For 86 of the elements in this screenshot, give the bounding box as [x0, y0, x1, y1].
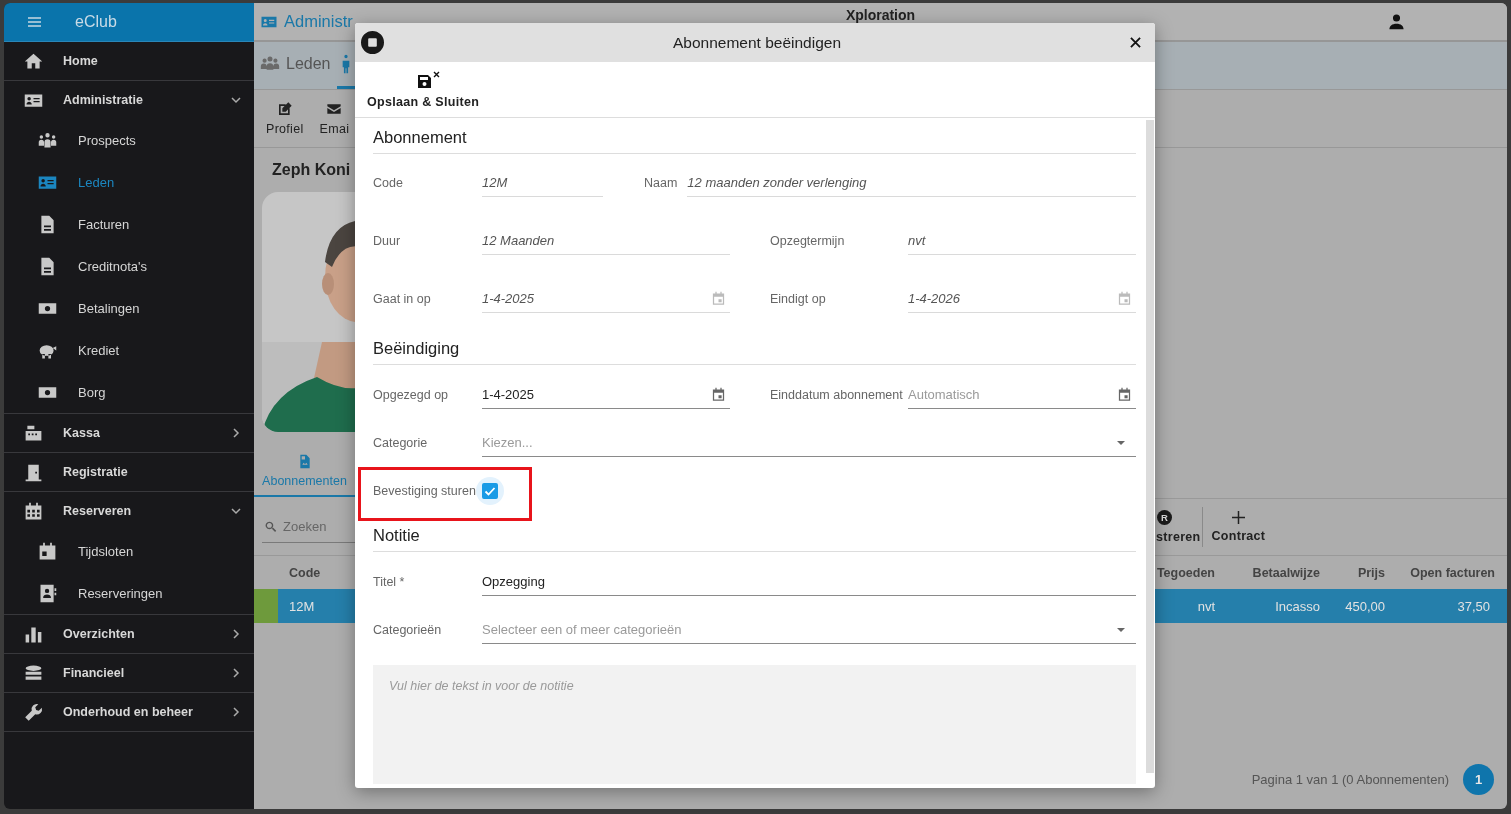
- field-label: Opgezegd op: [373, 388, 450, 402]
- date-field[interactable]: 1-4-2025: [482, 381, 730, 409]
- nav-subitem[interactable]: Reserveringen: [4, 572, 254, 614]
- nav-subitem[interactable]: Facturen: [4, 203, 254, 245]
- calendar-icon: [1117, 387, 1132, 402]
- nav-item[interactable]: Kassa: [4, 414, 254, 452]
- letter-icon: R: [1157, 510, 1172, 525]
- plus-icon: [1231, 511, 1245, 524]
- nav-subitem[interactable]: Tijdsloten: [4, 530, 254, 572]
- field-label: Naam: [644, 176, 678, 190]
- save-close-button[interactable]: Opslaan & Sluiten: [367, 70, 480, 109]
- column-header: Prijs: [1356, 565, 1385, 580]
- input-field[interactable]: Opzegging: [482, 568, 1136, 596]
- date-field[interactable]: 1-4-2026: [908, 285, 1136, 313]
- checkbox[interactable]: [476, 477, 504, 505]
- field-label: Duur: [373, 234, 402, 248]
- date-field[interactable]: 1-4-2025: [482, 285, 730, 313]
- nav-subitem[interactable]: Prospects: [4, 119, 254, 161]
- nav-subitem[interactable]: Creditnota's: [4, 245, 254, 287]
- stop-icon[interactable]: [361, 31, 384, 54]
- section-heading: Notitie: [373, 520, 1136, 552]
- calendar-icon: [711, 387, 726, 402]
- page-button[interactable]: 1: [1463, 764, 1494, 795]
- input-field[interactable]: 12 Maanden: [482, 227, 730, 255]
- column-header: Open facturen: [1409, 565, 1495, 580]
- caret-icon: [1117, 440, 1125, 445]
- calendar-icon: [1117, 291, 1132, 306]
- pagination-summary: Pagina 1 van 1 (0 Abonnementen): [1251, 772, 1449, 787]
- table-cell: 12M: [289, 598, 315, 614]
- table-cell-text: 450,00: [1344, 598, 1385, 614]
- edit-icon: [276, 101, 293, 117]
- column-header: Betaalwijze: [1251, 565, 1320, 580]
- column-header: Code: [289, 565, 321, 580]
- calendar-icon: [711, 291, 726, 306]
- menu-icon[interactable]: [28, 17, 41, 27]
- toolbar-button[interactable]: R streren: [1155, 510, 1201, 544]
- app-title: eClub: [75, 13, 117, 31]
- caret-icon: [1117, 627, 1125, 632]
- person-icon: [340, 54, 351, 74]
- nav-item[interactable]: Overzichten: [4, 615, 254, 653]
- field-label: Einddatum abonnement: [770, 388, 904, 402]
- field-label: Eindigt op: [770, 292, 827, 306]
- table-row[interactable]: 12M: [254, 589, 355, 623]
- field-label: Bevestiging sturen: [373, 484, 477, 498]
- nav-item[interactable]: Registratie: [4, 453, 254, 491]
- nav-item[interactable]: Onderhoud en beheer: [4, 693, 254, 731]
- field-label: Code: [373, 176, 404, 190]
- nav-item[interactable]: Financieel: [4, 654, 254, 692]
- close-icon[interactable]: [1130, 37, 1141, 48]
- section-heading: Beëindiging: [373, 333, 1136, 365]
- table-row[interactable]: nvt Incasso 450,00 37,50: [1155, 589, 1507, 623]
- search-icon: [264, 519, 277, 533]
- club-name: Xploration: [845, 6, 916, 25]
- note-field[interactable]: Vul hier de tekst in voor de notitie: [373, 665, 1136, 784]
- nav-item[interactable]: Reserveren: [4, 492, 254, 530]
- toolbar-button[interactable]: Profiel: [266, 101, 304, 136]
- nav-item[interactable]: Administratie: [4, 81, 254, 119]
- field-label: Opzegtermijn: [770, 234, 846, 248]
- wrench-icon: [23, 701, 44, 723]
- calendar-icon: [37, 540, 58, 562]
- table-cell-text: nvt: [1196, 598, 1215, 614]
- toolbar-button[interactable]: Contract: [1211, 511, 1266, 543]
- input-field[interactable]: nvt: [908, 227, 1136, 255]
- calendar-icon: [23, 500, 44, 522]
- scrollbar[interactable]: [1146, 120, 1154, 773]
- table-cell-text: 37,50: [1456, 598, 1490, 614]
- nav-subitem[interactable]: Krediet: [4, 329, 254, 371]
- table-cell-text: Incasso: [1274, 598, 1320, 614]
- section-heading: Abonnement: [373, 122, 1136, 154]
- toolbar-button[interactable]: Emai: [319, 101, 350, 136]
- field-label: Categorieën: [373, 623, 443, 637]
- nav-subitem[interactable]: Betalingen: [4, 287, 254, 329]
- nav-subitem[interactable]: Borg: [4, 371, 254, 413]
- field-label: Gaat in op: [373, 292, 432, 306]
- field-label: Categorie: [373, 436, 429, 450]
- envelope-icon: [326, 101, 343, 117]
- dialog-title: Abonnement beëindigen: [671, 33, 843, 52]
- column-header: Tegoeden: [1155, 565, 1215, 580]
- nav-subitem[interactable]: Leden: [4, 161, 254, 203]
- user-icon[interactable]: [1388, 13, 1405, 30]
- field-label: Titel *: [373, 575, 406, 589]
- input-field[interactable]: 12M: [482, 169, 603, 197]
- input-field[interactable]: 12 maanden zonder verlenging: [687, 169, 1136, 197]
- section-title: Administr: [284, 12, 353, 31]
- nav-item[interactable]: Home: [4, 42, 254, 80]
- member-name: Zeph Koni: [272, 160, 352, 180]
